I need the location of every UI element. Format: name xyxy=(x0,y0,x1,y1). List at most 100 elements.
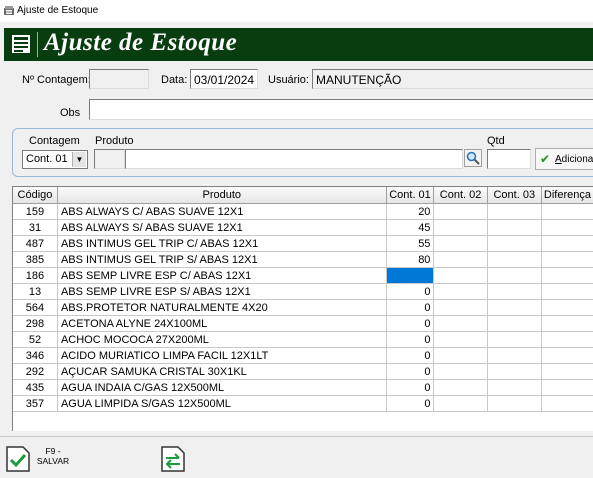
product-name-field[interactable] xyxy=(125,149,463,169)
contagem-number-field[interactable] xyxy=(89,69,149,89)
cell-code[interactable]: 564 xyxy=(13,299,58,316)
table-row[interactable]: 159 ABS ALWAYS C/ ABAS SUAVE 12X1 20 xyxy=(13,203,593,220)
cell-cont-01[interactable]: 0 xyxy=(386,331,435,348)
exchange-button[interactable] xyxy=(161,440,191,476)
cell-product[interactable]: ABS.PROTETOR NATURALMENTE 4X20 xyxy=(57,299,387,316)
cell-product[interactable]: ACIDO MURIATICO LIMPA FACIL 12X1LT xyxy=(57,347,387,364)
add-button[interactable]: ✔ Adicionar xyxy=(535,148,593,170)
cell-difference[interactable] xyxy=(541,267,593,284)
cell-cont-02[interactable] xyxy=(433,267,488,284)
cell-difference[interactable] xyxy=(541,379,593,396)
contagem-select[interactable]: Cont. 01 ▼ xyxy=(22,150,88,169)
cell-difference[interactable] xyxy=(541,315,593,332)
cell-code[interactable]: 357 xyxy=(13,395,58,412)
column-header-cont-01[interactable]: Cont. 01 xyxy=(386,187,435,204)
cell-difference[interactable] xyxy=(541,395,593,412)
cell-code[interactable]: 298 xyxy=(13,315,58,332)
table-row[interactable]: 13 ABS SEMP LIVRE ESP S/ ABAS 12X1 0 xyxy=(13,283,593,300)
product-code-field[interactable] xyxy=(94,149,125,169)
cell-product[interactable]: AGUA LIMPIDA S/GAS 12X500ML xyxy=(57,395,387,412)
chevron-down-icon[interactable]: ▼ xyxy=(72,152,86,167)
cell-cont-02[interactable] xyxy=(433,251,488,268)
cell-cont-03[interactable] xyxy=(487,235,542,252)
column-header-difference[interactable]: Diferença xyxy=(541,187,593,204)
cell-product[interactable]: ABS SEMP LIVRE ESP S/ ABAS 12X1 xyxy=(57,283,387,300)
cell-difference[interactable] xyxy=(541,219,593,236)
cell-difference[interactable] xyxy=(541,251,593,268)
cell-code[interactable]: 52 xyxy=(13,331,58,348)
table-row[interactable]: 346 ACIDO MURIATICO LIMPA FACIL 12X1LT 0 xyxy=(13,347,593,364)
cell-cont-01-selected[interactable]: 0 xyxy=(386,267,435,284)
cell-code[interactable]: 159 xyxy=(13,203,58,220)
cell-product[interactable]: AÇUCAR SAMUKA CRISTAL 30X1KL xyxy=(57,363,387,380)
cell-cont-01[interactable]: 0 xyxy=(386,315,435,332)
cell-cont-02[interactable] xyxy=(433,235,488,252)
cell-product[interactable]: ACHOC MOCOCA 27X200ML xyxy=(57,331,387,348)
cell-cont-02[interactable] xyxy=(433,283,488,300)
cell-product[interactable]: ABS SEMP LIVRE ESP C/ ABAS 12X1 xyxy=(57,267,387,284)
cell-code[interactable]: 31 xyxy=(13,219,58,236)
cell-cont-03[interactable] xyxy=(487,379,542,396)
cell-cont-02[interactable] xyxy=(433,219,488,236)
column-header-cont-02[interactable]: Cont. 02 xyxy=(433,187,488,204)
cell-cont-01[interactable]: 0 xyxy=(386,363,435,380)
cell-difference[interactable] xyxy=(541,203,593,220)
cell-product[interactable]: ACETONA ALYNE 24X100ML xyxy=(57,315,387,332)
cell-code[interactable]: 292 xyxy=(13,363,58,380)
cell-cont-03[interactable] xyxy=(487,203,542,220)
cell-code[interactable]: 186 xyxy=(13,267,58,284)
cell-cont-02[interactable] xyxy=(433,331,488,348)
cell-cont-01[interactable]: 0 xyxy=(386,395,435,412)
column-header-cont-03[interactable]: Cont. 03 xyxy=(487,187,542,204)
cell-cont-02[interactable] xyxy=(433,299,488,316)
table-row[interactable]: 186 ABS SEMP LIVRE ESP C/ ABAS 12X1 0 xyxy=(13,267,593,284)
cell-code[interactable]: 13 xyxy=(13,283,58,300)
cell-product[interactable]: ABS INTIMUS GEL TRIP S/ ABAS 12X1 xyxy=(57,251,387,268)
quantity-field[interactable] xyxy=(487,149,531,169)
user-field[interactable]: MANUTENÇÃO xyxy=(312,69,593,89)
date-field[interactable]: 03/01/2024 xyxy=(190,69,258,89)
cell-cont-03[interactable] xyxy=(487,251,542,268)
table-row[interactable]: 487 ABS INTIMUS GEL TRIP C/ ABAS 12X1 55 xyxy=(13,235,593,252)
column-header-code[interactable]: Código xyxy=(13,187,58,204)
cell-cont-03[interactable] xyxy=(487,299,542,316)
cell-cont-01[interactable]: 55 xyxy=(386,235,435,252)
cell-difference[interactable] xyxy=(541,235,593,252)
table-row[interactable]: 385 ABS INTIMUS GEL TRIP S/ ABAS 12X1 80 xyxy=(13,251,593,268)
cell-difference[interactable] xyxy=(541,331,593,348)
cell-cont-01[interactable]: 80 xyxy=(386,251,435,268)
table-row[interactable]: 564 ABS.PROTETOR NATURALMENTE 4X20 0 xyxy=(13,299,593,316)
cell-cont-02[interactable] xyxy=(433,315,488,332)
table-row[interactable]: 357 AGUA LIMPIDA S/GAS 12X500ML 0 xyxy=(13,395,593,412)
cell-product[interactable]: AGUA INDAIA C/GAS 12X500ML xyxy=(57,379,387,396)
cell-cont-03[interactable] xyxy=(487,219,542,236)
search-product-button[interactable] xyxy=(464,149,482,167)
cell-difference[interactable] xyxy=(541,363,593,380)
cell-cont-03[interactable] xyxy=(487,363,542,380)
cell-cont-03[interactable] xyxy=(487,331,542,348)
cell-cont-01[interactable]: 0 xyxy=(386,347,435,364)
cell-difference[interactable] xyxy=(541,299,593,316)
column-header-product[interactable]: Produto xyxy=(57,187,387,204)
cell-cont-02[interactable] xyxy=(433,363,488,380)
table-row[interactable]: 292 AÇUCAR SAMUKA CRISTAL 30X1KL 0 xyxy=(13,363,593,380)
cell-difference[interactable] xyxy=(541,283,593,300)
table-row[interactable]: 298 ACETONA ALYNE 24X100ML 0 xyxy=(13,315,593,332)
cell-code[interactable]: 487 xyxy=(13,235,58,252)
cell-cont-01[interactable]: 0 xyxy=(386,283,435,300)
cell-cont-03[interactable] xyxy=(487,395,542,412)
cell-cont-01[interactable]: 0 xyxy=(386,379,435,396)
table-row[interactable]: 435 AGUA INDAIA C/GAS 12X500ML 0 xyxy=(13,379,593,396)
cell-cont-01[interactable]: 45 xyxy=(386,219,435,236)
cell-cont-03[interactable] xyxy=(487,347,542,364)
cell-code[interactable]: 435 xyxy=(13,379,58,396)
cell-code[interactable]: 346 xyxy=(13,347,58,364)
cell-cont-02[interactable] xyxy=(433,203,488,220)
cell-cont-02[interactable] xyxy=(433,379,488,396)
cell-cont-02[interactable] xyxy=(433,347,488,364)
table-row[interactable]: 52 ACHOC MOCOCA 27X200ML 0 xyxy=(13,331,593,348)
obs-field[interactable] xyxy=(89,99,593,120)
cell-cont-01[interactable]: 20 xyxy=(386,203,435,220)
count-grid[interactable]: Código Produto Cont. 01 Cont. 02 Cont. 0… xyxy=(12,186,593,431)
cell-cont-03[interactable] xyxy=(487,315,542,332)
